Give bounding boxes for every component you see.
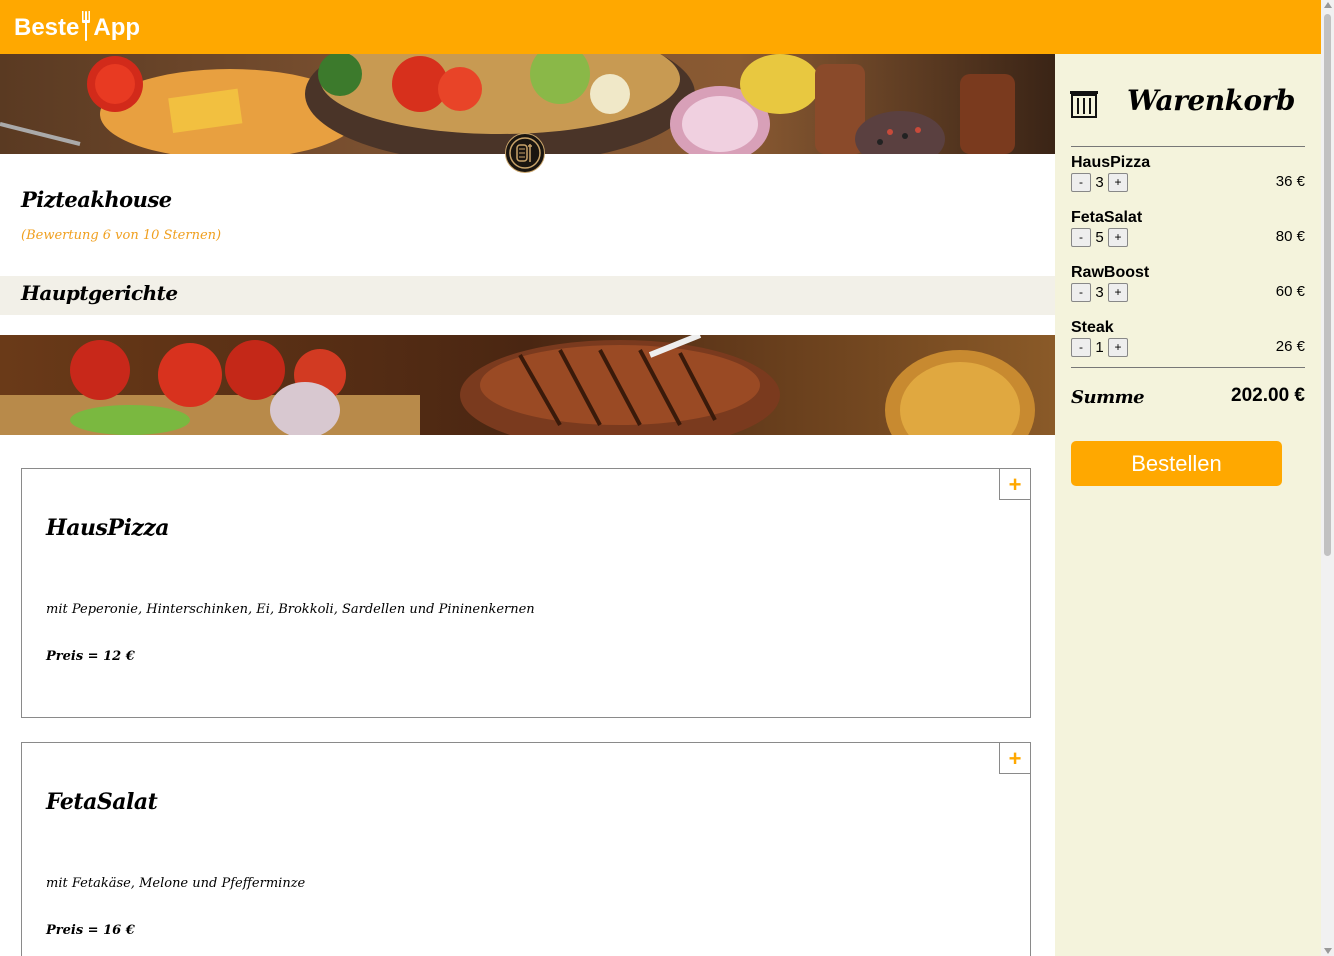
section-header: Hauptgerichte [0,276,1055,315]
app-logo[interactable]: Beste App [14,11,140,45]
increase-button[interactable]: + [1108,283,1128,302]
cart-item-price: 60 € [1275,283,1305,300]
cart-item: HausPizza - 3 + 36 € [1071,154,1305,200]
restaurant-emblem-icon [505,133,545,173]
fork-icon [80,9,92,43]
cart-item: FetaSalat - 5 + 80 € [1071,209,1305,255]
quantity-stepper: - 5 + [1071,228,1128,247]
cart-item: RawBoost - 3 + 60 € [1071,264,1305,310]
scroll-down-icon[interactable] [1324,948,1332,954]
section-title: Hauptgerichte [21,281,178,305]
hero-image-steak [0,335,1055,435]
cart-item-price: 26 € [1275,338,1305,355]
quantity-stepper: - 3 + [1071,173,1128,192]
divider [1071,367,1305,368]
decrease-button[interactable]: - [1071,283,1091,302]
page-scrollbar[interactable] [1321,0,1334,956]
dish-description: mit Peperonie, Hinterschinken, Ei, Brokk… [46,602,535,617]
cart-item-name: RawBoost [1071,264,1150,281]
restaurant-name: Pizteakhouse [21,187,172,212]
sum-label: Summe [1071,387,1145,408]
menu-panel: Pizteakhouse (Bewertung 6 von 10 Sternen… [0,54,1055,956]
increase-button[interactable]: + [1108,228,1128,247]
cart-item-price: 36 € [1275,173,1305,190]
add-to-cart-button[interactable]: + [999,468,1031,500]
quantity-stepper: - 1 + [1071,338,1128,357]
dish-card: + HausPizza mit Peperonie, Hinterschinke… [21,468,1031,718]
sum-value: 202.00 € [1231,385,1305,406]
decrease-button[interactable]: - [1071,228,1091,247]
increase-button[interactable]: + [1108,173,1128,192]
cart-item: Steak - 1 + 26 € [1071,319,1305,365]
decrease-button[interactable]: - [1071,173,1091,192]
cart-item-name: Steak [1071,319,1114,336]
add-to-cart-button[interactable]: + [999,742,1031,774]
divider [1071,146,1305,147]
scrollbar-thumb[interactable] [1324,14,1331,556]
increase-button[interactable]: + [1108,338,1128,357]
dish-name: HausPizza [46,515,170,541]
scroll-up-icon[interactable] [1324,2,1332,8]
quantity-stepper: - 3 + [1071,283,1128,302]
dish-description: mit Fetakäse, Melone und Pfefferminze [46,876,306,891]
shopping-cart-panel: Warenkorb HausPizza - 3 + 36 € FetaSalat… [1055,54,1321,956]
logo-text-right: App [93,14,141,41]
quantity-value: 5 [1095,229,1104,246]
logo-text-left: Beste [14,14,80,41]
trash-icon[interactable] [1069,88,1099,118]
top-bar: Beste App [0,0,1321,54]
decrease-button[interactable]: - [1071,338,1091,357]
cart-item-name: HausPizza [1071,154,1151,171]
cart-item-name: FetaSalat [1071,209,1143,226]
quantity-value: 1 [1095,339,1104,356]
cart-item-price: 80 € [1275,228,1305,245]
order-button[interactable]: Bestellen [1071,441,1282,486]
dish-price: Preis = 12 € [46,649,135,664]
dish-name: FetaSalat [46,789,158,815]
quantity-value: 3 [1095,174,1104,191]
dish-price: Preis = 16 € [46,923,135,938]
cart-title: Warenkorb [1127,84,1295,117]
restaurant-rating: (Bewertung 6 von 10 Sternen) [21,228,222,243]
quantity-value: 3 [1095,284,1104,301]
dish-card: + FetaSalat mit Fetakäse, Melone und Pfe… [21,742,1031,956]
